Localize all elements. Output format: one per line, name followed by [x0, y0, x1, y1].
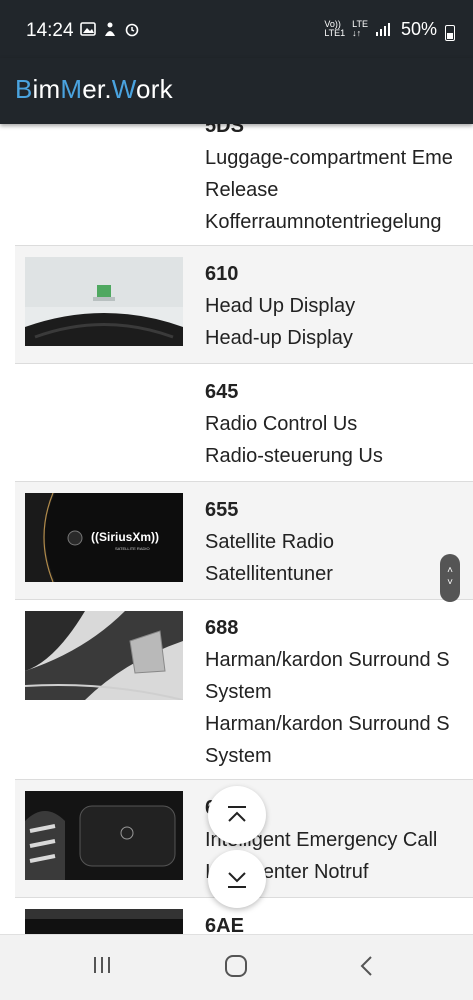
head-up-display-image	[25, 257, 183, 346]
option-name: Radio Control Us	[205, 413, 358, 435]
option-name: System	[205, 681, 272, 703]
app-bar: BimMer.Work	[0, 58, 473, 124]
list-item[interactable]: 5DS Luggage-compartment Eme Release Koff…	[15, 124, 473, 246]
option-code: 610	[205, 263, 239, 285]
battery-percent: 50%	[400, 19, 437, 39]
option-code: 645	[205, 381, 239, 403]
option-name: Satellite Radio	[205, 531, 334, 553]
option-name-de: Kofferraumnotentriegelung	[205, 211, 442, 233]
person-icon	[105, 22, 115, 36]
dark-screen-image	[25, 909, 183, 934]
option-code: 5DS	[205, 124, 244, 137]
option-name: Luggage-compartment Eme	[205, 147, 453, 169]
option-name-de: Satellitentuner	[205, 563, 333, 585]
chevron-down-small-icon: ˅	[447, 577, 453, 588]
option-name: Head Up Display	[205, 295, 356, 317]
battery-icon	[445, 25, 455, 41]
back-icon[interactable]	[357, 953, 377, 979]
home-icon[interactable]	[223, 953, 249, 979]
chevron-up-icon	[228, 806, 246, 822]
notification-icons	[80, 21, 140, 37]
option-code: 6AE	[205, 915, 244, 934]
list-item[interactable]: 610 Head Up Display Head-up Display	[15, 246, 473, 364]
chevron-down-icon	[228, 872, 246, 888]
list-item[interactable]: 645 Radio Control Us Radio-steuerung Us	[15, 364, 473, 482]
option-name-de: Head-up Display	[205, 327, 353, 349]
site-logo[interactable]: BimMer.Work	[15, 74, 173, 105]
list-item[interactable]: ((SiriusXm)) SATELLITE RADIO 655 Satelli…	[15, 482, 473, 600]
chevron-up-small-icon: ˄	[447, 565, 453, 576]
volte-indicator: Vo)) LTE1	[324, 19, 346, 38]
option-name-de: Radio-steuerung Us	[205, 445, 383, 467]
option-name-de: Harman/kardon Surround S	[205, 713, 450, 735]
scroll-down-button[interactable]	[208, 850, 266, 908]
status-time: 14:24	[26, 20, 74, 41]
navigation-bar	[0, 934, 473, 1000]
option-name: Harman/kardon Surround S	[205, 649, 450, 671]
lte-indicator: LTE ↓↑	[352, 19, 368, 38]
svg-text:SATELLITE RADIO: SATELLITE RADIO	[115, 546, 150, 551]
alarm-icon	[125, 23, 139, 37]
option-code: 655	[205, 499, 239, 521]
siriusxm-image: ((SiriusXm)) SATELLITE RADIO	[25, 493, 183, 582]
signal-icon	[376, 23, 390, 36]
speaker-image	[25, 611, 183, 700]
gallery-icon	[80, 22, 96, 36]
option-name: Release	[205, 179, 279, 201]
list-item[interactable]: 688 Harman/kardon Surround S System Harm…	[15, 600, 473, 780]
emergency-call-image	[25, 791, 183, 880]
scroll-handle[interactable]: ˄ ˅	[440, 554, 460, 602]
option-name-de: System	[205, 745, 272, 767]
status-bar: 14:24 Vo)) LTE1 LTE ↓↑ 50%	[0, 0, 473, 58]
network-indicators: Vo)) LTE1 LTE ↓↑	[324, 20, 391, 38]
scroll-up-button[interactable]	[208, 786, 266, 844]
svg-text:((SiriusXm)): ((SiriusXm))	[91, 530, 159, 544]
recent-apps-icon[interactable]	[90, 953, 114, 977]
option-code: 688	[205, 617, 239, 639]
